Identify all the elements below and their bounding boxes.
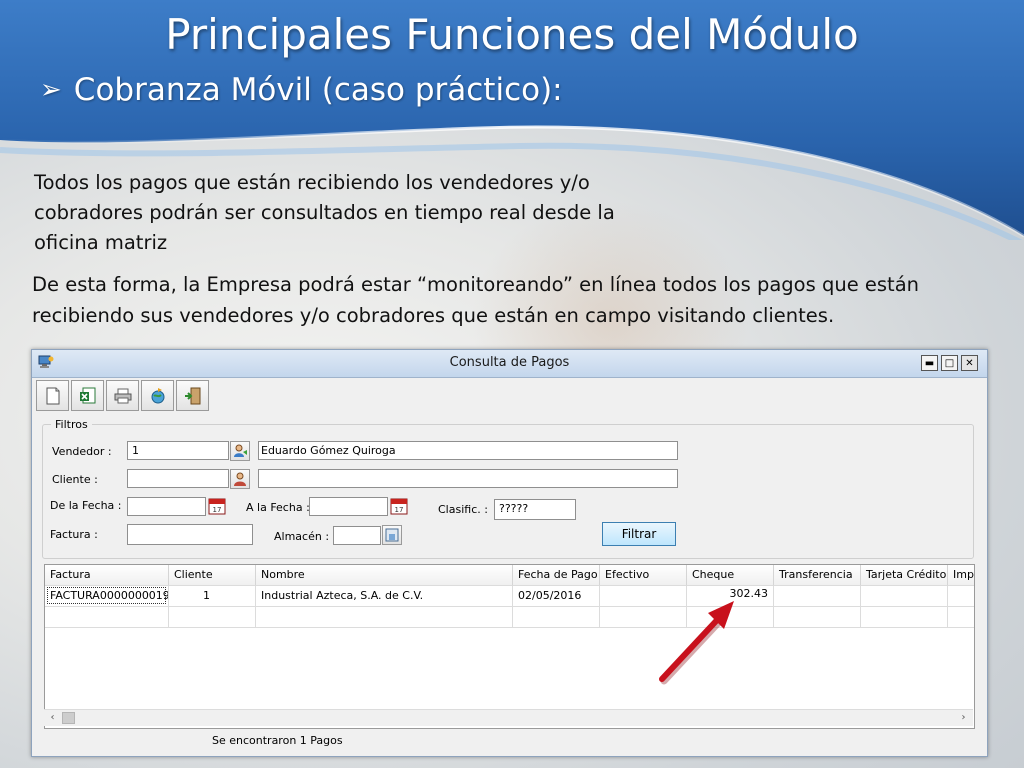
cell-fecha-pago[interactable]: 02/05/2016	[513, 586, 600, 607]
column-header-efectivo[interactable]: Efectivo	[600, 565, 687, 586]
scroll-thumb[interactable]	[62, 712, 75, 724]
exit-button[interactable]	[176, 380, 209, 411]
print-button[interactable]	[106, 380, 139, 411]
consulta-pagos-window: Consulta de Pagos ▬ □ ✕ Filtros Vendedor…	[31, 349, 988, 757]
vendedor-label: Vendedor :	[52, 445, 112, 458]
toolbar	[36, 380, 211, 412]
paragraph-monitoring: De esta forma, la Empresa podrá estar “m…	[32, 273, 920, 327]
empty-cell[interactable]	[948, 607, 974, 628]
maximize-button[interactable]: □	[941, 355, 958, 371]
svg-text:17: 17	[213, 506, 222, 514]
horizontal-scrollbar[interactable]: ‹ ›	[44, 709, 973, 726]
column-header-factura[interactable]: Factura	[45, 565, 169, 586]
warehouse-icon	[385, 528, 399, 542]
factura-label: Factura :	[50, 528, 98, 541]
factura-input[interactable]	[127, 524, 253, 545]
empty-cell[interactable]	[513, 607, 600, 628]
new-document-icon	[46, 387, 59, 404]
column-header-transferencia[interactable]: Transferencia	[774, 565, 861, 586]
column-header-fecha-pago[interactable]: Fecha de Pago	[513, 565, 600, 586]
scroll-left-icon[interactable]: ‹	[44, 710, 61, 727]
a-fecha-input[interactable]	[309, 497, 388, 516]
cliente-code-input[interactable]	[127, 469, 229, 488]
almacen-input[interactable]	[333, 526, 381, 545]
globe-refresh-icon	[151, 387, 164, 403]
new-document-button[interactable]	[36, 380, 69, 411]
cell-factura[interactable]: FACTURA0000000019	[45, 586, 169, 607]
grid-header: Factura Cliente Nombre Fecha de Pago Efe…	[45, 565, 974, 586]
cell-imp[interactable]	[948, 586, 974, 607]
column-header-nombre[interactable]: Nombre	[256, 565, 513, 586]
window-titlebar[interactable]: Consulta de Pagos ▬ □ ✕	[32, 350, 987, 378]
close-button[interactable]: ✕	[961, 355, 978, 371]
vendedor-code-input[interactable]: 1	[127, 441, 229, 460]
cell-cliente[interactable]: 1	[169, 586, 256, 607]
refresh-button[interactable]	[141, 380, 174, 411]
a-fecha-label: A la Fecha :	[246, 501, 310, 514]
slide-title: Principales Funciones del Módulo	[165, 10, 859, 59]
status-text: Se encontraron 1 Pagos	[212, 734, 343, 747]
payments-grid: Factura Cliente Nombre Fecha de Pago Efe…	[44, 564, 975, 729]
subtitle-text: Cobranza Móvil (caso práctico):	[73, 72, 563, 108]
cell-tarjeta-credito[interactable]	[861, 586, 948, 607]
cliente-name-field[interactable]	[258, 469, 678, 488]
scroll-right-icon[interactable]: ›	[955, 710, 972, 727]
table-row[interactable]	[45, 607, 974, 628]
cliente-label: Cliente :	[52, 473, 98, 486]
de-fecha-label: De la Fecha :	[50, 499, 122, 512]
table-row[interactable]: FACTURA0000000019 1 Industrial Azteca, S…	[45, 586, 974, 607]
exit-door-icon	[184, 387, 200, 404]
empty-cell[interactable]	[169, 607, 256, 628]
clasif-input[interactable]: ?????	[494, 499, 576, 520]
empty-cell[interactable]	[774, 607, 861, 628]
paragraph-realtime: Todos los pagos que están recibiendo los…	[34, 171, 615, 254]
highlight-arrow-icon	[659, 601, 734, 685]
de-fecha-input[interactable]	[127, 497, 206, 516]
slide-subtitle: ➢ Cobranza Móvil (caso práctico):	[40, 72, 563, 108]
filtrar-button[interactable]: Filtrar	[602, 522, 676, 546]
a-fecha-calendar-button[interactable]: 17	[389, 496, 409, 516]
arrow-bullet-icon: ➢	[40, 75, 62, 105]
column-header-cliente[interactable]: Cliente	[169, 565, 256, 586]
almacen-label: Almacén :	[274, 530, 330, 543]
filters-legend: Filtros	[51, 418, 92, 431]
window-title: Consulta de Pagos	[449, 355, 570, 370]
person-search-icon	[234, 444, 247, 457]
excel-export-icon	[79, 387, 95, 403]
svg-text:17: 17	[395, 506, 404, 514]
cell-transferencia[interactable]	[774, 586, 861, 607]
column-header-tarjeta-credito[interactable]: Tarjeta Crédito	[861, 565, 948, 586]
excel-export-button[interactable]	[71, 380, 104, 411]
calendar-icon: 17	[390, 498, 408, 515]
column-header-cheque[interactable]: Cheque	[687, 565, 774, 586]
calendar-icon: 17	[208, 498, 226, 515]
empty-cell[interactable]	[256, 607, 513, 628]
cliente-search-button[interactable]	[230, 469, 250, 489]
printer-icon	[114, 388, 131, 403]
empty-cell[interactable]	[45, 607, 169, 628]
person-search-icon	[234, 472, 246, 486]
column-header-imp[interactable]: Imp	[948, 565, 974, 586]
minimize-button[interactable]: ▬	[921, 355, 938, 371]
empty-cell[interactable]	[861, 607, 948, 628]
clasif-label: Clasific. :	[438, 503, 488, 516]
vendedor-name-field[interactable]: Eduardo Gómez Quiroga	[258, 441, 678, 460]
vendedor-search-button[interactable]	[230, 441, 250, 461]
de-fecha-calendar-button[interactable]: 17	[207, 496, 227, 516]
cell-factura-value: FACTURA0000000019	[47, 587, 168, 604]
almacen-search-button[interactable]	[382, 525, 402, 545]
cell-nombre[interactable]: Industrial Azteca, S.A. de C.V.	[256, 586, 513, 607]
